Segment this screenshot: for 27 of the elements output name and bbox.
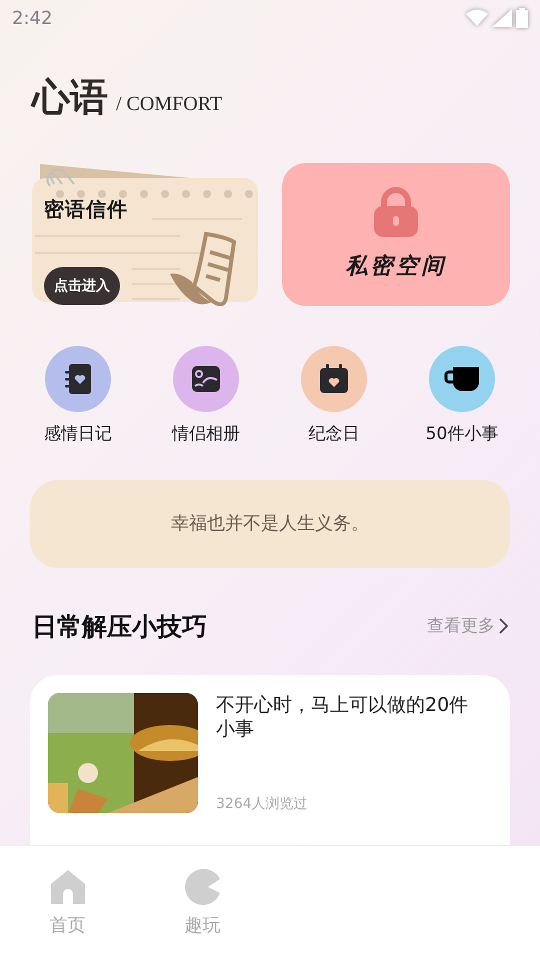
shortcut-label: 感情日记 [44, 423, 112, 446]
picture-frame-icon [191, 365, 221, 393]
quote-banner: 幸福也并不是人生义务。 [30, 480, 510, 568]
enter-button[interactable]: 点击进入 [44, 267, 120, 305]
app-title: 心语 [32, 78, 108, 116]
private-space-card[interactable]: 私密空间 [282, 163, 510, 306]
wifi-icon [466, 9, 488, 27]
section-title: 日常解压小技巧 [32, 610, 207, 642]
cup-icon [444, 366, 480, 392]
article-card[interactable]: 不开心时，马上可以做的20件小事 3264人浏览过 [30, 675, 510, 845]
view-count: 3264人浏览过 [216, 795, 309, 814]
article-title: 不开心时，马上可以做的20件小事 [216, 693, 470, 741]
signal-icon [492, 9, 512, 27]
chevron-right-icon [499, 618, 508, 634]
shortcut-label: 纪念日 [308, 423, 360, 446]
calendar-heart-icon [319, 364, 349, 394]
padlock-icon [372, 186, 420, 238]
app-subtitle: / COMFORT [116, 94, 222, 114]
pacman-icon [184, 868, 222, 906]
battery-icon [516, 8, 528, 28]
home-icon [48, 868, 86, 906]
notebook-heart-icon [64, 363, 92, 395]
shortcut-label: 情侣相册 [172, 423, 240, 446]
card-title: 密语信件 [44, 196, 128, 223]
shortcut-label: 50件小事 [426, 423, 498, 446]
status-time: 2:42 [12, 6, 52, 30]
card-title: 私密空间 [345, 252, 447, 281]
